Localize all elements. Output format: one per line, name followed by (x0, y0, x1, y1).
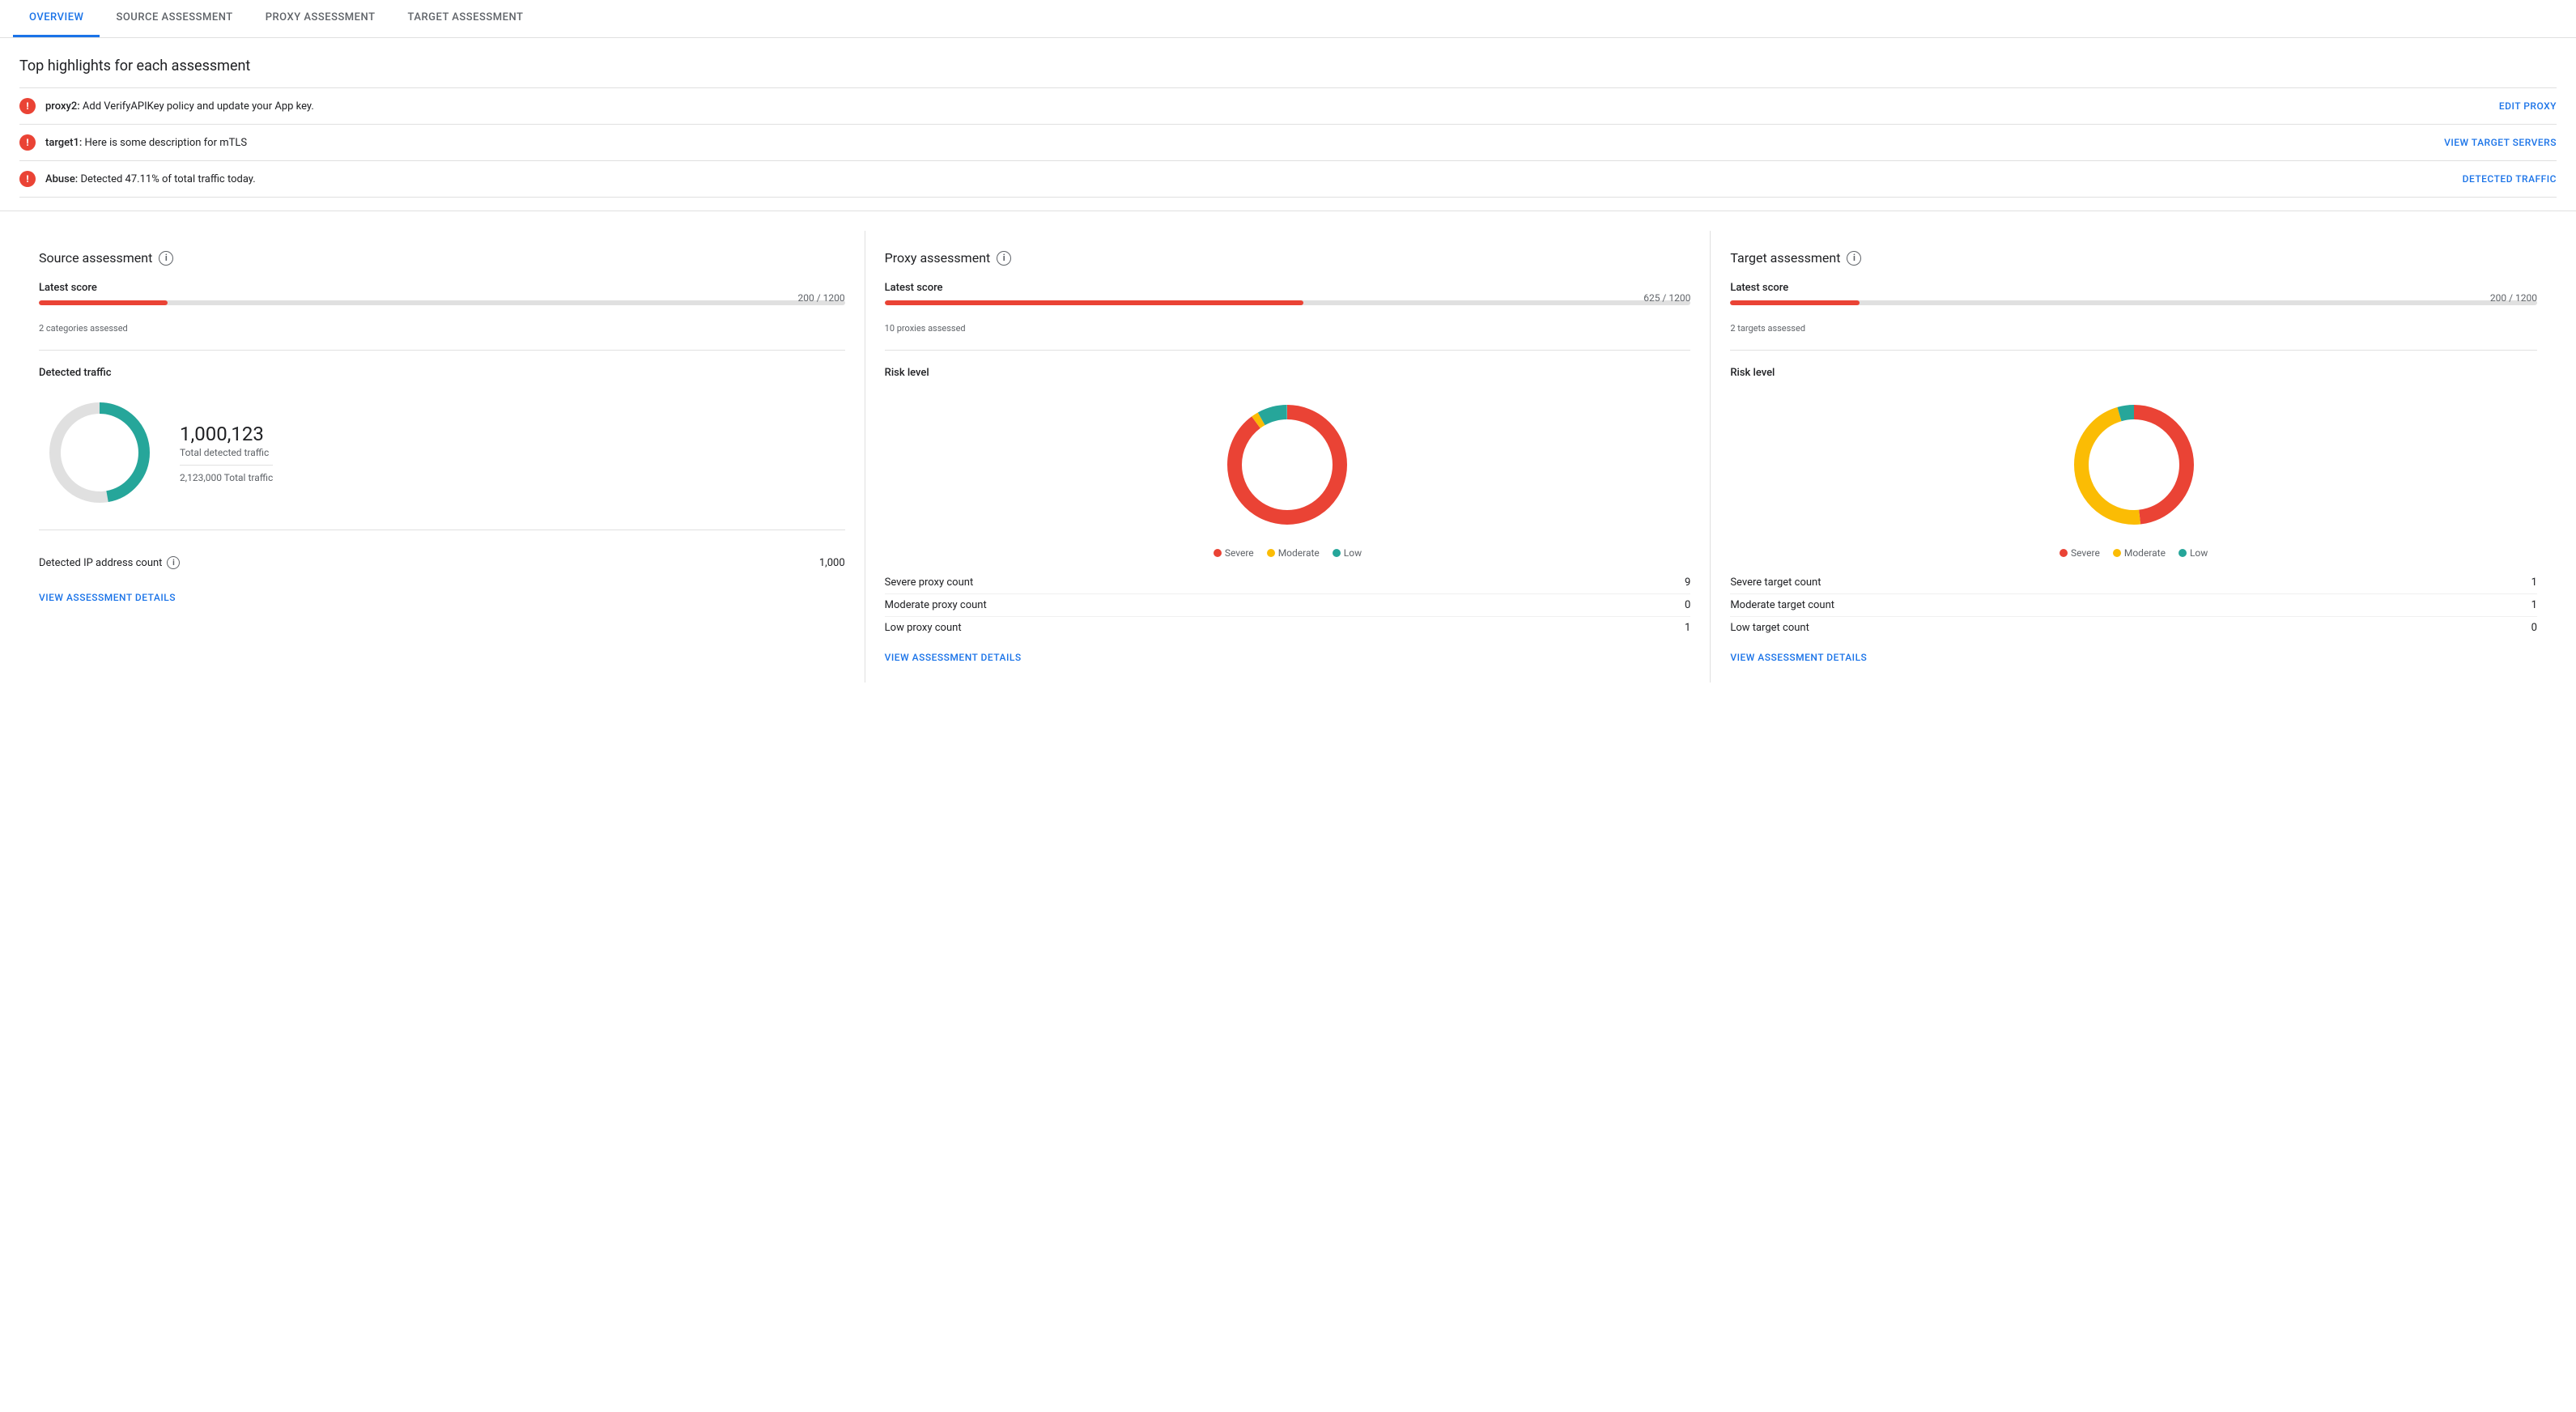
source-view-link[interactable]: VIEW ASSESSMENT DETAILS (39, 592, 845, 603)
target-view-link[interactable]: VIEW ASSESSMENT DETAILS (1730, 652, 2537, 663)
target-risk-label: Risk level (1730, 367, 2537, 379)
target-legend: Severe Moderate Low (2060, 547, 2208, 559)
risk-count-label: Severe proxy count (885, 576, 974, 589)
highlight-text-2: Abuse: Detected 47.11% of total traffic … (45, 173, 2450, 185)
proxy-card-title: Proxy assessment i (885, 250, 1691, 266)
source-score-label: Latest score (39, 282, 845, 294)
error-icon-0: ! (19, 98, 36, 114)
risk-count-value: 1 (2531, 576, 2537, 589)
highlight-text-1: target1: Here is some description for mT… (45, 137, 2431, 149)
proxy-info-icon[interactable]: i (997, 251, 1011, 266)
target-risk-counts: Severe target count1Moderate target coun… (1730, 572, 2537, 639)
target-risk-chart: Severe Moderate Low (1730, 392, 2537, 559)
risk-count-label: Moderate target count (1730, 599, 1834, 611)
legend-dot (1214, 549, 1222, 557)
source-score-value: 200 / 1200 (798, 292, 845, 305)
proxy-score-bar: 625 / 1200 (885, 300, 1691, 305)
tab-bar: OVERVIEWSOURCE ASSESSMENTPROXY ASSESSMEN… (0, 0, 2576, 38)
legend-dot (1267, 549, 1275, 557)
risk-count-label: Low target count (1730, 622, 1809, 634)
target-card: Target assessment i Latest score 200 / 1… (1711, 231, 2557, 683)
proxy-risk-label: Risk level (885, 367, 1691, 379)
risk-count-value: 0 (1685, 599, 1690, 611)
source-traffic-total: 2,123,000 Total traffic (180, 472, 273, 483)
legend-dot (1333, 549, 1341, 557)
source-card: Source assessment i Latest score 200 / 1… (19, 231, 865, 683)
legend-item: Severe (1214, 547, 1254, 559)
risk-count-value: 1 (1685, 622, 1690, 634)
tab-proxy[interactable]: PROXY ASSESSMENT (249, 0, 392, 37)
source-ip-row: Detected IP address count i 1,000 (39, 547, 845, 579)
risk-count-row-2: Low target count 0 (1730, 617, 2537, 639)
tab-target[interactable]: TARGET ASSESSMENT (392, 0, 540, 37)
source-donut-row: 1,000,123 Total detected traffic 2,123,0… (39, 392, 845, 513)
source-ip-info-icon[interactable]: i (167, 556, 180, 569)
legend-dot (2060, 549, 2068, 557)
risk-count-value: 1 (2531, 599, 2537, 611)
legend-dot (2113, 549, 2121, 557)
tab-source[interactable]: SOURCE ASSESSMENT (100, 0, 249, 37)
proxy-risk-chart: Severe Moderate Low (885, 392, 1691, 559)
source-traffic-info: 1,000,123 Total detected traffic 2,123,0… (180, 423, 273, 483)
highlights-section: Top highlights for each assessment ! prox… (0, 38, 2576, 198)
proxy-donut (1214, 392, 1360, 538)
target-info-icon[interactable]: i (1847, 251, 1861, 266)
target-score-value: 200 / 1200 (2490, 292, 2537, 305)
error-icon-2: ! (19, 171, 36, 187)
source-score-subtitle: 2 categories assessed (39, 323, 845, 334)
tab-overview[interactable]: OVERVIEW (13, 0, 100, 37)
target-score-label: Latest score (1730, 282, 2537, 294)
legend-dot (2179, 549, 2187, 557)
legend-item: Severe (2060, 547, 2100, 559)
proxy-score-value: 625 / 1200 (1643, 292, 1690, 305)
target-score-subtitle: 2 targets assessed (1730, 323, 2537, 334)
proxy-score-label: Latest score (885, 282, 1691, 294)
cards-section: Source assessment i Latest score 200 / 1… (0, 211, 2576, 702)
highlight-row-2: ! Abuse: Detected 47.11% of total traffic… (19, 161, 2557, 198)
source-traffic-label: Detected traffic (39, 367, 845, 379)
risk-count-row-0: Severe target count 1 (1730, 572, 2537, 594)
source-donut (39, 392, 160, 513)
source-traffic-desc: Total detected traffic (180, 447, 273, 458)
risk-count-label: Moderate proxy count (885, 599, 987, 611)
proxy-view-link[interactable]: VIEW ASSESSMENT DETAILS (885, 652, 1691, 663)
source-ip-label: Detected IP address count i (39, 556, 180, 569)
target-donut (2061, 392, 2207, 538)
source-info-icon[interactable]: i (159, 251, 173, 266)
proxy-risk-counts: Severe proxy count 9 Moderate proxy count 0… (885, 572, 1691, 639)
legend-item: Moderate (2113, 547, 2166, 559)
highlight-row-1: ! target1: Here is some description for m… (19, 125, 2557, 161)
highlight-link-2[interactable]: DETECTED TRAFFIC (2463, 173, 2557, 185)
source-score-bar: 200 / 1200 (39, 300, 845, 305)
risk-count-label: Severe target count (1730, 576, 1821, 589)
proxy-card: Proxy assessment i Latest score 625 / 12… (865, 231, 1711, 683)
risk-count-value: 9 (1685, 576, 1690, 589)
risk-count-row-0: Severe proxy count 9 (885, 572, 1691, 594)
error-icon-1: ! (19, 134, 36, 151)
highlight-text-0: proxy2: Add VerifyAPIKey policy and upda… (45, 100, 2486, 113)
highlight-row-0: ! proxy2: Add VerifyAPIKey policy and upd… (19, 87, 2557, 125)
risk-count-row-1: Moderate target count 1 (1730, 594, 2537, 617)
legend-item: Low (2179, 547, 2208, 559)
proxy-legend: Severe Moderate Low (1214, 547, 1362, 559)
source-traffic-count: 1,000,123 (180, 423, 273, 445)
highlight-link-0[interactable]: EDIT PROXY (2499, 100, 2557, 112)
proxy-score-subtitle: 10 proxies assessed (885, 323, 1691, 334)
source-card-title: Source assessment i (39, 250, 845, 266)
risk-count-row-2: Low proxy count 1 (885, 617, 1691, 639)
risk-count-label: Low proxy count (885, 622, 962, 634)
highlight-link-1[interactable]: VIEW TARGET SERVERS (2444, 137, 2557, 148)
highlights-title: Top highlights for each assessment (19, 57, 2557, 74)
source-ip-value: 1,000 (819, 557, 845, 569)
legend-item: Moderate (1267, 547, 1320, 559)
risk-count-row-1: Moderate proxy count 0 (885, 594, 1691, 617)
legend-item: Low (1333, 547, 1362, 559)
risk-count-value: 0 (2531, 622, 2537, 634)
target-card-title: Target assessment i (1730, 250, 2537, 266)
target-score-bar: 200 / 1200 (1730, 300, 2537, 305)
